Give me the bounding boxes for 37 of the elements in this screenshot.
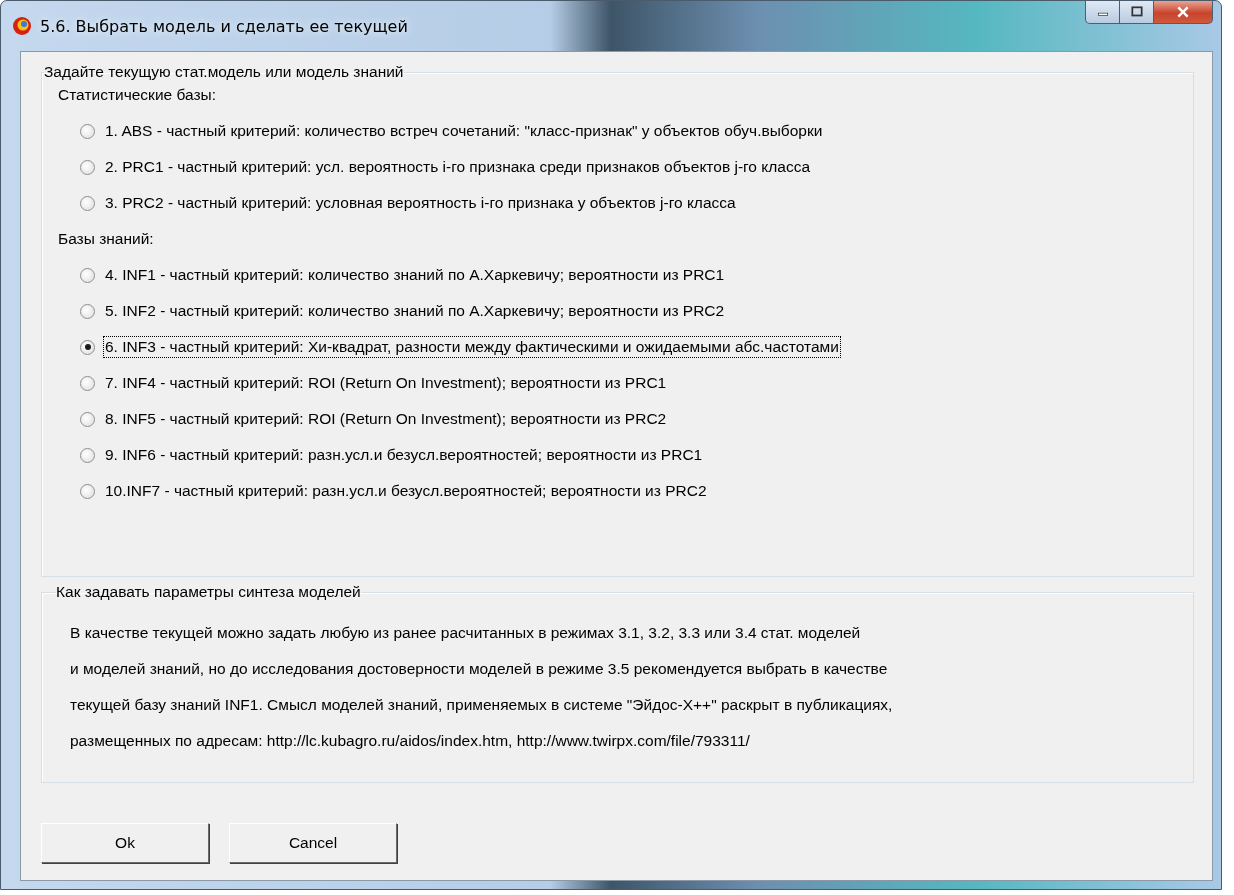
radio-button[interactable] bbox=[80, 411, 95, 427]
help-text: и моделей знаний, но до исследования достоверности моделей в режиме 3.5 рекомендуется выбрать в качестве bbox=[70, 659, 889, 679]
group-title: Задайте текущую стат.модель или модель знаний bbox=[44, 63, 404, 81]
app-icon bbox=[12, 16, 32, 36]
radio-button[interactable] bbox=[80, 123, 95, 139]
radio-label[interactable]: 4. INF1 - частный критерий: количество знаний по А.Харкевичу; вероятности из PRC1 bbox=[103, 264, 727, 286]
radio-label[interactable]: 7. INF4 - частный критерий: ROI (Return On Investment); вероятности из PRC1 bbox=[103, 372, 669, 394]
radio-button[interactable] bbox=[80, 339, 95, 355]
radio-label[interactable]: 9. INF6 - частный критерий: разн.усл.и безусл.вероятностей; вероятности из PRC1 bbox=[103, 444, 705, 466]
radio-button[interactable] bbox=[80, 447, 95, 463]
window-title: 5.6. Выбрать модель и сделать ее текущей bbox=[40, 16, 409, 36]
maximize-button[interactable] bbox=[1119, 1, 1154, 24]
radio-button[interactable] bbox=[80, 483, 95, 499]
close-button[interactable] bbox=[1153, 1, 1213, 24]
minimize-button[interactable] bbox=[1085, 1, 1120, 24]
close-icon bbox=[1176, 6, 1190, 18]
dialog-button[interactable]: Cancel bbox=[229, 823, 397, 863]
radio-button[interactable] bbox=[80, 159, 95, 175]
help-text: текущей базу знаний INF1. Смысл моделей знаний, применяемых в системе "Эйдос-Х++" раскрыт в публикациях, bbox=[70, 695, 894, 715]
maximize-icon bbox=[1129, 6, 1144, 18]
radio-label[interactable]: 10.INF7 - частный критерий: разн.усл.и безусл.вероятностей; вероятности из PRC2 bbox=[103, 480, 709, 502]
radio-label[interactable]: 2. PRC1 - частный критерий: усл. вероятность i-го признака среди признаков объектов j-го класса bbox=[103, 156, 813, 178]
section-heading: Базы знаний: bbox=[58, 229, 155, 249]
radio-button[interactable] bbox=[80, 375, 95, 391]
radio-label[interactable]: 5. INF2 - частный критерий: количество знаний по А.Харкевичу; вероятности из PRC2 bbox=[103, 300, 727, 322]
radio-label[interactable]: 3. PRC2 - частный критерий: условная вероятность i-го признака у объектов j-го класса bbox=[103, 192, 738, 214]
radio-label[interactable]: 1. ABS - частный критерий: количество встреч сочетаний: "класс-признак" у объектов обуч.выборки bbox=[103, 120, 825, 142]
help-text: В качестве текущей можно задать любую из ранее расчитанных в режимах 3.1, 3.2, 3.3 или 3.4 стат. моделей bbox=[70, 623, 862, 643]
radio-button[interactable] bbox=[80, 195, 95, 211]
radio-label[interactable]: 6. INF3 - частный критерий: Хи-квадрат, разности между фактическими и ожидаемыми абс.частотами bbox=[103, 336, 841, 358]
dialog-button[interactable]: Ok bbox=[41, 823, 209, 863]
radio-label[interactable]: 8. INF5 - частный критерий: ROI (Return On Investment); вероятности из PRC2 bbox=[103, 408, 669, 430]
radio-button[interactable] bbox=[80, 267, 95, 283]
section-heading: Статистические базы: bbox=[58, 85, 217, 105]
help-text: размещенных по адресам: http://lc.kubagro.ru/aidos/index.htm, http://www.twirpx.com/file/793311/ bbox=[70, 731, 751, 751]
group-title: Как задавать параметры синтеза моделей bbox=[56, 583, 361, 601]
radio-button[interactable] bbox=[80, 303, 95, 319]
